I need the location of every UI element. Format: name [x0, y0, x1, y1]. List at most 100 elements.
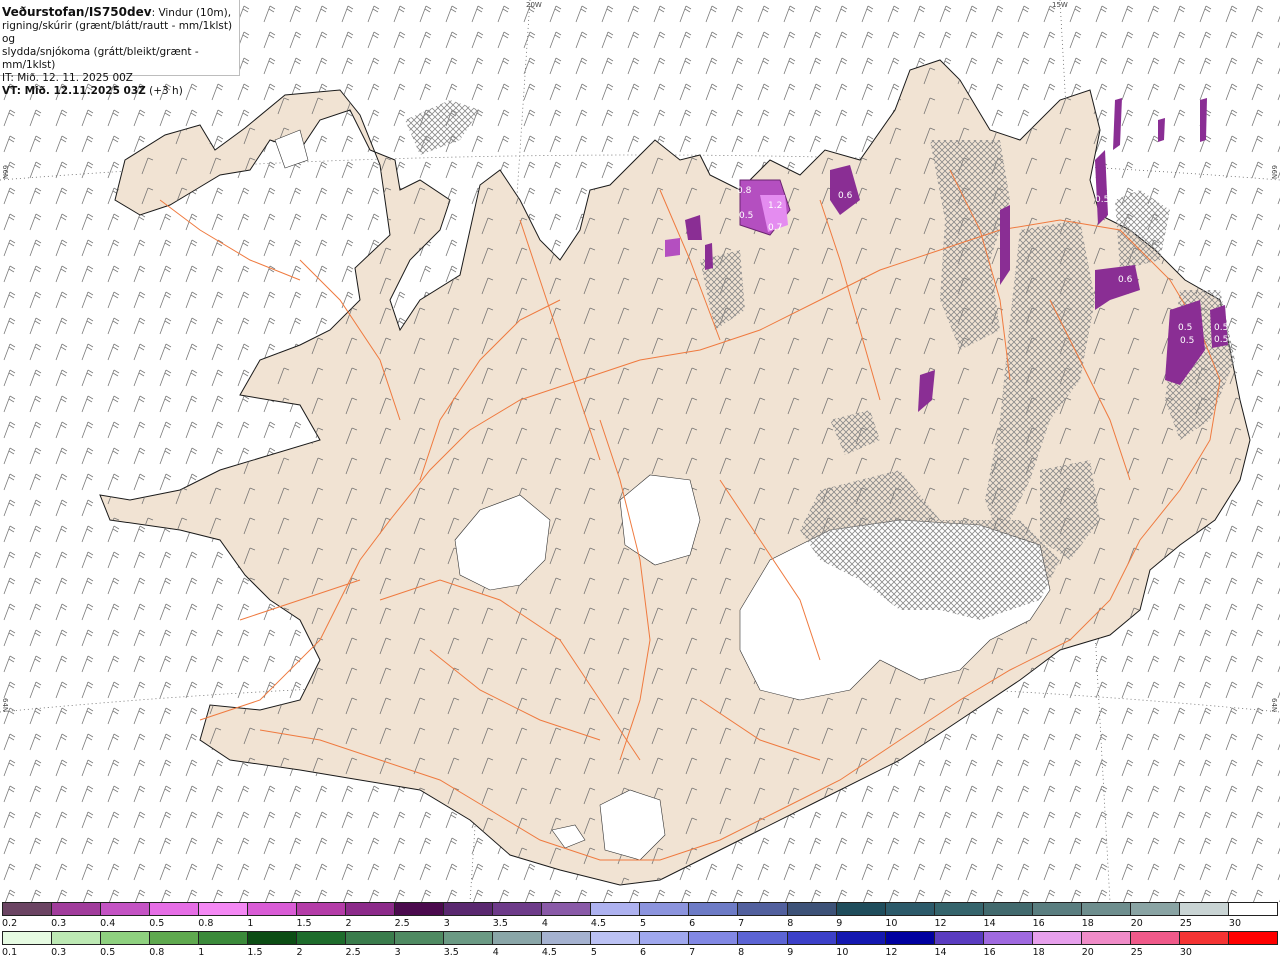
rain-swatch	[444, 932, 494, 944]
rain-swatch	[150, 932, 200, 944]
snow-tick-label: 4.5	[590, 918, 607, 929]
legends: 0.2 0.3 0.4 0.5 0.8 1 1.5 2 2.5 3 3.5 4 4.5 5 6 7 8 9 10 12…	[0, 902, 1280, 960]
rain-swatch	[836, 932, 886, 944]
snow-swatch	[297, 903, 347, 915]
weather-map: 0.8 1.2 0.5 0.7 0.6 0.5 0.6 0.5 0.5 0.5 …	[0, 0, 1280, 902]
rain-swatch	[542, 932, 592, 944]
snow-tick-label: 20	[1130, 918, 1143, 929]
rain-colorbar-ticks: 0.1 0.3 0.5 0.8 1 1.5 2 2.5 3 3.5 4 4.5 5 6 7 8 9 10 12 14 1…	[2, 947, 1278, 959]
rain-swatch	[787, 932, 837, 944]
map-title-box: Veðurstofan/IS750dev: Vindur (10m), rign…	[0, 0, 240, 97]
rain-tick-label: 7	[689, 947, 696, 958]
rain-tick-label: 0.3	[51, 947, 67, 958]
rain-swatch	[885, 932, 935, 944]
rain-tick-label: 16	[983, 947, 996, 958]
rain-swatch	[1228, 932, 1277, 944]
precip-label: 0.5	[1178, 323, 1192, 333]
snow-tick-label: 7	[738, 918, 745, 929]
snow-tick-label: 6	[689, 918, 696, 929]
snow-tick-label: 4	[541, 918, 548, 929]
snow-swatch	[983, 903, 1033, 915]
snow-swatch	[1081, 903, 1131, 915]
rain-tick-label: 8	[738, 947, 745, 958]
rain-swatch	[689, 932, 739, 944]
rain-tick-label: 3	[394, 947, 401, 958]
snow-swatch	[591, 903, 641, 915]
precip-label: 1.2	[768, 201, 782, 211]
rain-swatch	[640, 932, 690, 944]
snow-tick-label: 8	[787, 918, 794, 929]
precip-label: 0.5	[1214, 323, 1228, 333]
rain-swatch	[346, 932, 396, 944]
rain-swatch	[1179, 932, 1229, 944]
rain-swatch	[738, 932, 788, 944]
snow-tick-label: 1.5	[296, 918, 312, 929]
snow-colorbar-ticks: 0.2 0.3 0.4 0.5 0.8 1 1.5 2 2.5 3 3.5 4 4.5 5 6 7 8 9 10 12…	[2, 918, 1278, 930]
precip-label: 0.7	[768, 223, 782, 233]
rain-swatch	[493, 932, 543, 944]
rain-swatch	[591, 932, 641, 944]
snow-swatch	[738, 903, 788, 915]
rain-tick-label: 12	[885, 947, 898, 958]
snow-swatch	[346, 903, 396, 915]
rain-swatch	[3, 932, 53, 944]
lon-label-20w: 20W	[526, 1, 542, 9]
rain-tick-label: 18	[1032, 947, 1045, 958]
rain-swatch	[52, 932, 102, 944]
snow-tick-label: 30	[1228, 918, 1242, 929]
valid-time: VT: Mið. 12.11.2025 03Z	[2, 85, 146, 97]
rain-swatch	[248, 932, 298, 944]
snow-blob-10	[1158, 118, 1165, 142]
snow-colorbar	[2, 902, 1278, 916]
precip-label: 0.6	[1118, 275, 1133, 285]
snow-swatch	[1130, 903, 1180, 915]
rain-swatch	[101, 932, 151, 944]
description-line3: slydda/snjókoma (grátt/bleikt/grænt - mm…	[2, 46, 199, 71]
rain-tick-label: 6	[640, 947, 647, 958]
snow-blob-11	[1200, 98, 1207, 142]
snow-tick-label: 0.5	[149, 918, 165, 929]
precip-label: 0.8	[737, 186, 752, 196]
snow-swatch	[1032, 903, 1082, 915]
precip-label: 0.6	[838, 191, 853, 201]
rain-swatch	[199, 932, 249, 944]
snow-tick-label: 18	[1081, 918, 1094, 929]
snow-tick-label: 10	[885, 918, 898, 929]
rain-tick-label: 14	[934, 947, 947, 958]
snow-swatch	[542, 903, 592, 915]
rain-tick-label: 1	[198, 947, 205, 958]
snow-swatch	[444, 903, 494, 915]
snow-swatch	[52, 903, 102, 915]
rain-tick-label: 20	[1081, 947, 1094, 958]
rain-tick-label: 0.1	[2, 947, 18, 958]
snow-tick-label: 0.2	[2, 918, 18, 929]
snow-tick-label: 12	[934, 918, 947, 929]
rain-tick-label: 4.5	[541, 947, 557, 958]
rain-tick-label: 30	[1179, 947, 1192, 958]
snow-swatch	[885, 903, 935, 915]
lat-label-left-64n: 64N	[1, 698, 9, 713]
snow-swatch	[1179, 903, 1229, 915]
snow-tick-label: 0.8	[198, 918, 214, 929]
rain-tick-label: 1.5	[247, 947, 263, 958]
init-time: IT: Mið. 12. 11. 2025 00Z	[2, 72, 133, 84]
lat-label-right-64n: 64N	[1270, 698, 1278, 713]
snow-swatch	[689, 903, 739, 915]
precip-label: 0.5	[739, 211, 753, 221]
snow-swatch	[3, 903, 53, 915]
snow-swatch	[199, 903, 249, 915]
snow-tick-label: 16	[1032, 918, 1045, 929]
snow-blob-14	[705, 243, 713, 270]
rain-colorbar	[2, 931, 1278, 945]
rain-swatch	[1032, 932, 1082, 944]
rain-swatch	[1081, 932, 1131, 944]
rain-swatch	[395, 932, 445, 944]
precip-label: 0.5	[1095, 195, 1109, 205]
snow-blob-13	[665, 238, 680, 257]
source-title: Veðurstofan/IS750dev	[2, 5, 152, 19]
snow-tick-label: 14	[983, 918, 996, 929]
snow-tick-label: 0.4	[100, 918, 116, 929]
snow-tick-label: 9	[836, 918, 843, 929]
rain-tick-label: 9	[787, 947, 794, 958]
snow-tick-label: 2.5	[394, 918, 410, 929]
